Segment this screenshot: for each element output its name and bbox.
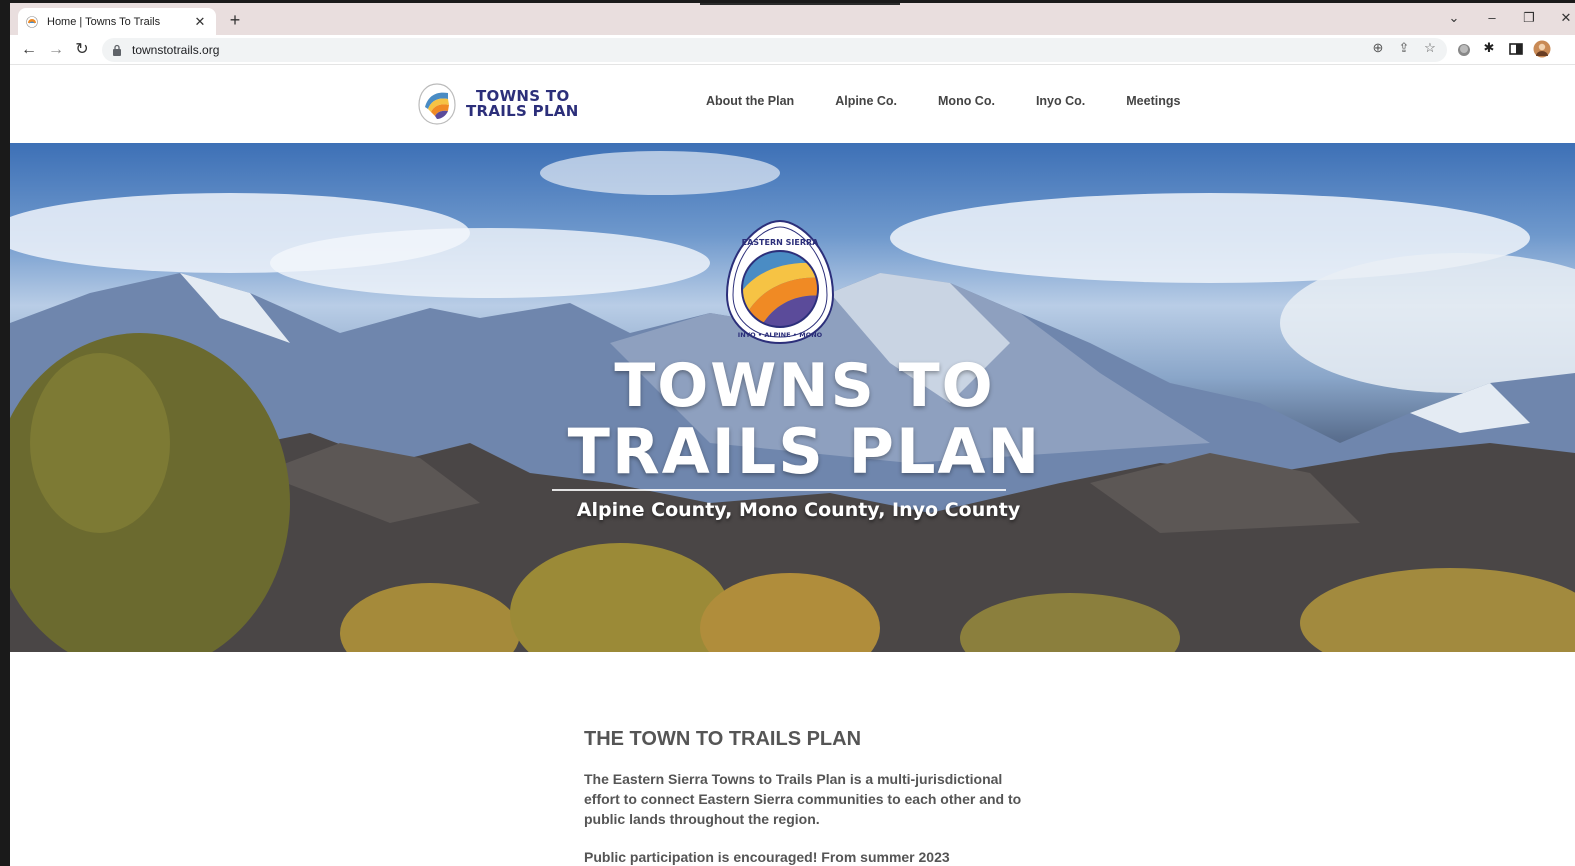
eastern-sierra-badge-icon: EASTERN SIERRA INYO • ALPINE • MONO	[725, 219, 835, 345]
favicon-icon	[26, 15, 38, 28]
intro-paragraph: The Eastern Sierra Towns to Trails Plan …	[584, 771, 1022, 827]
tab-title: Home | Towns To Trails	[47, 15, 161, 28]
hero-title-line-2: TRAILS PLAN	[567, 415, 1042, 488]
logo-badge-icon	[418, 83, 456, 125]
nav-inyo-co[interactable]: Inyo Co.	[1036, 94, 1085, 108]
minimize-icon[interactable]: –	[1484, 10, 1500, 25]
badge-bottom-text: INYO • ALPINE • MONO	[738, 331, 823, 339]
lock-icon	[113, 44, 121, 56]
nav-mono-co[interactable]: Mono Co.	[938, 94, 995, 108]
browser-toolbar: ← → ↻ townstotrails.org ⊕ ⇪ ☆ ✱	[10, 35, 1575, 65]
restore-icon[interactable]: ❐	[1521, 10, 1537, 26]
nav-meetings[interactable]: Meetings	[1126, 94, 1180, 108]
hero-banner: EASTERN SIERRA INYO • ALPINE • MONO TOWN…	[10, 143, 1575, 652]
back-arrow-icon[interactable]: ←	[19, 40, 39, 60]
reload-icon[interactable]: ↻	[72, 40, 92, 60]
tab-strip: Home | Towns To Trails ✕ + ⌄ – ❐ ✕	[10, 3, 1575, 35]
site-header: TOWNS TO TRAILS PLAN About the Plan Alpi…	[10, 65, 1575, 143]
new-tab-button[interactable]: +	[224, 10, 246, 30]
main-nav: About the Plan Alpine Co. Mono Co. Inyo …	[706, 94, 1180, 108]
address-bar[interactable]: townstotrails.org	[102, 38, 1447, 62]
intro-section: THE TOWN TO TRAILS PLAN The Eastern Sier…	[584, 728, 1034, 866]
site-logo[interactable]: TOWNS TO TRAILS PLAN	[418, 83, 579, 125]
bookmark-star-icon[interactable]: ☆	[1422, 40, 1438, 56]
logo-text: TOWNS TO TRAILS PLAN	[466, 89, 579, 119]
puzzle-icon[interactable]: ✱	[1481, 40, 1497, 56]
extension-icon[interactable]	[1455, 40, 1473, 58]
tab-search-icon[interactable]: ⌄	[1446, 10, 1462, 26]
tab-strip-accent	[700, 3, 900, 5]
browser-tab[interactable]: Home | Towns To Trails ✕	[18, 8, 216, 35]
share-icon[interactable]: ⇪	[1396, 40, 1412, 56]
browser-window: Home | Towns To Trails ✕ + ⌄ – ❐ ✕ ← → ↻…	[10, 3, 1575, 866]
close-window-icon[interactable]: ✕	[1558, 10, 1574, 26]
nav-about-the-plan[interactable]: About the Plan	[706, 94, 794, 108]
url-text: townstotrails.org	[132, 43, 220, 57]
section-heading: THE TOWN TO TRAILS PLAN	[584, 728, 862, 750]
badge-top-text: EASTERN SIERRA	[742, 238, 820, 247]
logo-line-2: TRAILS PLAN	[466, 102, 579, 120]
hero-divider	[552, 489, 1006, 491]
participation-paragraph: Public participation is encouraged! From…	[584, 849, 950, 865]
profile-avatar-icon[interactable]	[1533, 40, 1551, 58]
zoom-icon[interactable]: ⊕	[1370, 40, 1386, 56]
side-panel-icon[interactable]	[1507, 40, 1525, 58]
nav-alpine-co[interactable]: Alpine Co.	[835, 94, 897, 108]
close-tab-icon[interactable]: ✕	[192, 14, 208, 30]
hero-title-line-1: TOWNS TO	[614, 351, 995, 421]
forward-arrow-icon[interactable]: →	[46, 40, 66, 60]
hero-subtitle: Alpine County, Mono County, Inyo County	[576, 499, 1021, 521]
